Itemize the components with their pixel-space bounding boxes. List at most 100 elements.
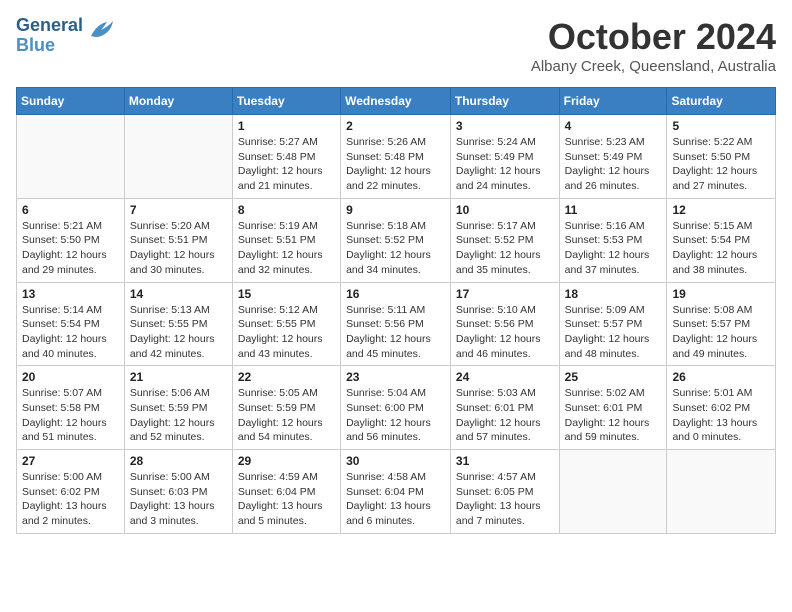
day-detail: Sunrise: 5:00 AMSunset: 6:03 PMDaylight:… xyxy=(130,470,227,529)
calendar-cell: 19Sunrise: 5:08 AMSunset: 5:57 PMDayligh… xyxy=(667,282,776,366)
calendar-cell xyxy=(667,450,776,534)
calendar-cell: 8 Sunrise: 5:19 AMSunset: 5:51 PMDaylight… xyxy=(232,198,340,282)
calendar-cell: 12 Sunrise: 5:15 AMSunset: 5:54 PMDayligh… xyxy=(667,198,776,282)
day-detail: Sunrise: 5:13 AMSunset: 5:55 PMDaylight:… xyxy=(130,303,227,362)
day-number: 23 xyxy=(346,370,445,384)
calendar-cell: 27 Sunrise: 5:00 AMSunset: 6:02 PMDayligh… xyxy=(17,450,125,534)
day-detail: Sunrise: 5:26 AMSunset: 5:48 PMDaylight:… xyxy=(346,135,445,194)
week-row-5: 27 Sunrise: 5:00 AMSunset: 6:02 PMDayligh… xyxy=(17,450,776,534)
calendar-cell: 29 Sunrise: 4:59 AMSunset: 6:04 PMDayligh… xyxy=(232,450,340,534)
calendar-cell: 4 Sunrise: 5:23 AMSunset: 5:49 PMDaylight… xyxy=(559,115,667,199)
day-detail: Sunrise: 5:17 AMSunset: 5:52 PMDaylight:… xyxy=(456,219,554,278)
day-number: 8 xyxy=(238,203,335,217)
calendar-cell: 26 Sunrise: 5:01 AMSunset: 6:02 PMDayligh… xyxy=(667,366,776,450)
day-number: 19 xyxy=(672,287,770,301)
day-detail: Sunrise: 5:14 AMSunset: 5:54 PMDaylight:… xyxy=(22,303,119,362)
day-number: 4 xyxy=(565,119,662,133)
calendar-cell: 23 Sunrise: 5:04 AMSunset: 6:00 PMDayligh… xyxy=(341,366,451,450)
day-number: 13 xyxy=(22,287,119,301)
weekday-header-tuesday: Tuesday xyxy=(232,88,340,115)
day-number: 14 xyxy=(130,287,227,301)
day-detail: Sunrise: 5:23 AMSunset: 5:49 PMDaylight:… xyxy=(565,135,662,194)
day-detail: Sunrise: 5:19 AMSunset: 5:51 PMDaylight:… xyxy=(238,219,335,278)
calendar-cell: 16 Sunrise: 5:11 AMSunset: 5:56 PMDayligh… xyxy=(341,282,451,366)
day-number: 29 xyxy=(238,454,335,468)
page-header: General Blue October 2024 Albany Creek, … xyxy=(16,16,776,75)
calendar-cell: 31Sunrise: 4:57 AMSunset: 6:05 PMDayligh… xyxy=(450,450,559,534)
calendar-cell: 6 Sunrise: 5:21 AMSunset: 5:50 PMDaylight… xyxy=(17,198,125,282)
calendar-cell: 28 Sunrise: 5:00 AMSunset: 6:03 PMDayligh… xyxy=(124,450,232,534)
calendar-cell xyxy=(17,115,125,199)
day-detail: Sunrise: 5:22 AMSunset: 5:50 PMDaylight:… xyxy=(672,135,770,194)
day-detail: Sunrise: 5:02 AMSunset: 6:01 PMDaylight:… xyxy=(565,386,662,445)
day-number: 11 xyxy=(565,203,662,217)
day-detail: Sunrise: 5:06 AMSunset: 5:59 PMDaylight:… xyxy=(130,386,227,445)
day-number: 24 xyxy=(456,370,554,384)
calendar-cell: 20 Sunrise: 5:07 AMSunset: 5:58 PMDayligh… xyxy=(17,366,125,450)
month-title: October 2024 xyxy=(531,16,776,58)
calendar-cell: 13 Sunrise: 5:14 AMSunset: 5:54 PMDayligh… xyxy=(17,282,125,366)
day-number: 26 xyxy=(672,370,770,384)
day-detail: Sunrise: 5:12 AMSunset: 5:55 PMDaylight:… xyxy=(238,303,335,362)
day-detail: Sunrise: 5:20 AMSunset: 5:51 PMDaylight:… xyxy=(130,219,227,278)
week-row-2: 6 Sunrise: 5:21 AMSunset: 5:50 PMDaylight… xyxy=(17,198,776,282)
day-number: 16 xyxy=(346,287,445,301)
day-number: 27 xyxy=(22,454,119,468)
day-detail: Sunrise: 5:15 AMSunset: 5:54 PMDaylight:… xyxy=(672,219,770,278)
day-detail: Sunrise: 5:21 AMSunset: 5:50 PMDaylight:… xyxy=(22,219,119,278)
day-detail: Sunrise: 4:57 AMSunset: 6:05 PMDaylight:… xyxy=(456,470,554,529)
day-detail: Sunrise: 5:03 AMSunset: 6:01 PMDaylight:… xyxy=(456,386,554,445)
title-block: October 2024 Albany Creek, Queensland, A… xyxy=(531,16,776,75)
calendar-cell: 10Sunrise: 5:17 AMSunset: 5:52 PMDayligh… xyxy=(450,198,559,282)
calendar-cell: 18Sunrise: 5:09 AMSunset: 5:57 PMDayligh… xyxy=(559,282,667,366)
day-number: 21 xyxy=(130,370,227,384)
weekday-header-wednesday: Wednesday xyxy=(341,88,451,115)
weekday-header-monday: Monday xyxy=(124,88,232,115)
week-row-3: 13 Sunrise: 5:14 AMSunset: 5:54 PMDayligh… xyxy=(17,282,776,366)
weekday-header-sunday: Sunday xyxy=(17,88,125,115)
day-number: 20 xyxy=(22,370,119,384)
day-detail: Sunrise: 4:58 AMSunset: 6:04 PMDaylight:… xyxy=(346,470,445,529)
day-number: 12 xyxy=(672,203,770,217)
calendar-cell: 21 Sunrise: 5:06 AMSunset: 5:59 PMDayligh… xyxy=(124,366,232,450)
day-number: 28 xyxy=(130,454,227,468)
calendar-cell: 14 Sunrise: 5:13 AMSunset: 5:55 PMDayligh… xyxy=(124,282,232,366)
day-detail: Sunrise: 5:05 AMSunset: 5:59 PMDaylight:… xyxy=(238,386,335,445)
day-detail: Sunrise: 5:16 AMSunset: 5:53 PMDaylight:… xyxy=(565,219,662,278)
calendar-cell: 5Sunrise: 5:22 AMSunset: 5:50 PMDaylight… xyxy=(667,115,776,199)
calendar-cell: 2 Sunrise: 5:26 AMSunset: 5:48 PMDaylight… xyxy=(341,115,451,199)
day-detail: Sunrise: 5:07 AMSunset: 5:58 PMDaylight:… xyxy=(22,386,119,445)
day-detail: Sunrise: 5:11 AMSunset: 5:56 PMDaylight:… xyxy=(346,303,445,362)
day-number: 6 xyxy=(22,203,119,217)
day-detail: Sunrise: 5:27 AMSunset: 5:48 PMDaylight:… xyxy=(238,135,335,194)
day-number: 17 xyxy=(456,287,554,301)
weekday-header-saturday: Saturday xyxy=(667,88,776,115)
logo: General Blue xyxy=(16,16,115,56)
day-number: 22 xyxy=(238,370,335,384)
calendar-cell: 11 Sunrise: 5:16 AMSunset: 5:53 PMDayligh… xyxy=(559,198,667,282)
day-detail: Sunrise: 5:09 AMSunset: 5:57 PMDaylight:… xyxy=(565,303,662,362)
calendar-table: SundayMondayTuesdayWednesdayThursdayFrid… xyxy=(16,87,776,534)
day-detail: Sunrise: 5:01 AMSunset: 6:02 PMDaylight:… xyxy=(672,386,770,445)
location: Albany Creek, Queensland, Australia xyxy=(531,58,776,75)
calendar-cell xyxy=(124,115,232,199)
logo-text-blue: Blue xyxy=(16,36,83,56)
day-number: 25 xyxy=(565,370,662,384)
weekday-header-friday: Friday xyxy=(559,88,667,115)
day-number: 9 xyxy=(346,203,445,217)
calendar-cell: 22 Sunrise: 5:05 AMSunset: 5:59 PMDayligh… xyxy=(232,366,340,450)
day-detail: Sunrise: 5:10 AMSunset: 5:56 PMDaylight:… xyxy=(456,303,554,362)
calendar-cell: 25 Sunrise: 5:02 AMSunset: 6:01 PMDayligh… xyxy=(559,366,667,450)
day-detail: Sunrise: 4:59 AMSunset: 6:04 PMDaylight:… xyxy=(238,470,335,529)
day-detail: Sunrise: 5:04 AMSunset: 6:00 PMDaylight:… xyxy=(346,386,445,445)
calendar-cell: 7 Sunrise: 5:20 AMSunset: 5:51 PMDaylight… xyxy=(124,198,232,282)
day-detail: Sunrise: 5:00 AMSunset: 6:02 PMDaylight:… xyxy=(22,470,119,529)
day-number: 3 xyxy=(456,119,554,133)
day-number: 2 xyxy=(346,119,445,133)
day-number: 1 xyxy=(238,119,335,133)
calendar-cell: 9 Sunrise: 5:18 AMSunset: 5:52 PMDaylight… xyxy=(341,198,451,282)
calendar-cell: 24 Sunrise: 5:03 AMSunset: 6:01 PMDayligh… xyxy=(450,366,559,450)
calendar-cell: 3Sunrise: 5:24 AMSunset: 5:49 PMDaylight… xyxy=(450,115,559,199)
day-number: 7 xyxy=(130,203,227,217)
day-detail: Sunrise: 5:18 AMSunset: 5:52 PMDaylight:… xyxy=(346,219,445,278)
